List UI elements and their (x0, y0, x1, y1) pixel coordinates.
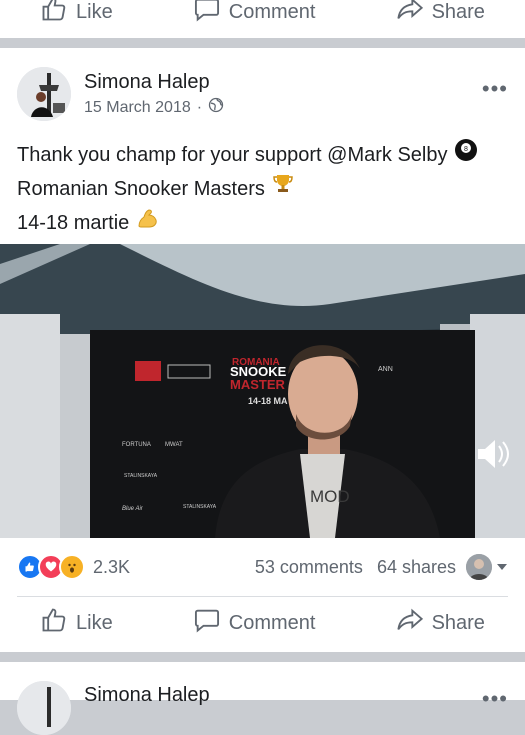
caret-down-icon (496, 557, 508, 578)
post-date[interactable]: 15 March 2018 (84, 99, 191, 117)
banner-title-3: MASTER (230, 377, 286, 392)
reactions-summary[interactable]: 2.3K (17, 554, 130, 580)
more-options-icon[interactable]: ••• (482, 686, 508, 712)
post-stats: 2.3K 53 comments 64 shares (17, 552, 508, 582)
post-line-1: Thank you champ for your support @Mark S… (17, 138, 478, 172)
sponsor-6: ANN (378, 366, 393, 373)
flexed-biceps-icon (135, 206, 159, 240)
sponsor-5: STALINSKAYA (183, 504, 217, 510)
post-line-2: Romanian Snooker Masters (17, 172, 478, 206)
post-card: Simona Halep 15 March 2018 · ••• Thank y… (0, 48, 525, 652)
share-button[interactable]: Share (396, 0, 485, 29)
divider (17, 596, 508, 597)
share-icon (396, 606, 424, 640)
post-line-3-text: 14-18 martie (17, 212, 130, 234)
wow-reaction-icon (59, 554, 85, 580)
like-label: Like (76, 611, 113, 634)
like-button[interactable]: Like (40, 0, 113, 29)
sponsor-2: MWAT (165, 442, 183, 448)
comment-button[interactable]: Comment (193, 0, 316, 29)
author-name[interactable]: Simona Halep (84, 684, 210, 707)
author-name[interactable]: Simona Halep (84, 71, 210, 94)
like-button[interactable]: Like (40, 606, 113, 640)
thumbs-up-icon (40, 0, 68, 29)
avatar-photo-icon (17, 681, 71, 735)
svg-text:8: 8 (464, 146, 468, 153)
comment-label: Comment (228, 0, 316, 23)
post-header: Simona Halep 15 March 2018 · ••• (0, 48, 525, 140)
video-frame: ROMANIA SNOOKE MASTER 14-18 MA FORTUNA M… (0, 244, 525, 538)
share-label: Share (431, 611, 485, 634)
post-meta: 15 March 2018 · (84, 97, 224, 118)
viewer-avatar (466, 554, 492, 580)
post-text: Thank you champ for your support @Mark S… (17, 138, 478, 240)
post-action-bar: Like Comment Share (0, 608, 525, 638)
comment-button[interactable]: Comment (193, 606, 316, 640)
video-player[interactable]: ROMANIA SNOOKE MASTER 14-18 MA FORTUNA M… (0, 244, 525, 538)
engagement-counts: 53 comments 64 shares (255, 557, 456, 578)
reaction-count: 2.3K (93, 556, 131, 577)
like-label: Like (76, 0, 113, 23)
post-line-2-text: Romanian Snooker Masters (17, 178, 265, 200)
comment-icon (193, 606, 221, 640)
sponsor-1: FORTUNA (122, 442, 151, 448)
share-button[interactable]: Share (396, 606, 485, 640)
sponsor-3: STALINSKAYA (124, 473, 158, 479)
meta-separator: · (196, 98, 203, 116)
globe-icon (208, 97, 224, 118)
comments-count[interactable]: 53 comments (255, 557, 363, 578)
shirt-text: MOD (310, 487, 350, 506)
comment-icon (193, 0, 221, 29)
comment-label: Comment (228, 611, 316, 634)
avatar[interactable] (17, 67, 71, 121)
shares-count[interactable]: 64 shares (377, 557, 456, 578)
post-line-1-text: Thank you champ for your support @Mark S… (17, 144, 448, 166)
share-icon (396, 0, 424, 29)
trophy-icon (271, 172, 295, 206)
8-ball-icon: 8 (454, 138, 478, 172)
banner-dates: 14-18 MA (248, 396, 288, 406)
avatar[interactable] (17, 681, 71, 735)
sponsor-4: Blue Air (122, 506, 144, 512)
action-bar: Like Comment Share (0, 0, 525, 24)
next-post-card: Simona Halep ••• (0, 662, 525, 735)
previous-post-actions: Like Comment Share (0, 0, 525, 38)
avatar-photo-icon (17, 67, 71, 121)
thumbs-up-icon (40, 606, 68, 640)
more-options-icon[interactable]: ••• (482, 76, 508, 102)
post-line-3: 14-18 martie (17, 206, 478, 240)
share-label: Share (431, 0, 485, 23)
viewing-as-selector[interactable] (466, 554, 508, 580)
